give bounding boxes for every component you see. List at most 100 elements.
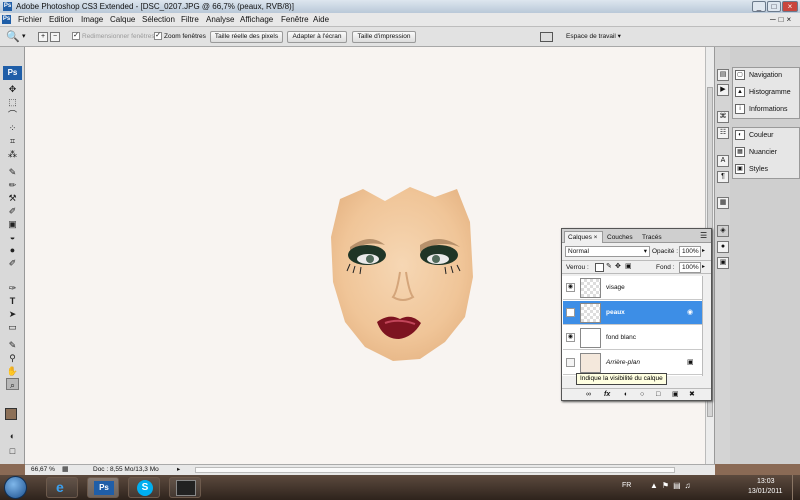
eyedropper-tool-icon[interactable]: ⚲ [6,352,19,364]
layer-mask-icon[interactable]: ◐ [624,389,628,400]
screen-mode-icon[interactable]: □ [6,445,19,457]
taskbar-photoshop-button[interactable]: Ps [87,477,119,498]
marquee-tool-icon[interactable]: ⬚ [6,96,19,108]
fill-input[interactable]: 100% [679,262,701,273]
language-indicator[interactable]: FR [622,482,631,489]
history-brush-tool-icon[interactable]: ✐ [6,205,19,217]
tab-traces[interactable]: Tracés [642,232,662,243]
notes-tool-icon[interactable]: ✎ [6,339,19,351]
menu-filtre[interactable]: Filtre [181,13,199,27]
menu-analyse[interactable]: Analyse [206,13,234,27]
taskbar-ie-button[interactable]: e [46,477,78,498]
eye-icon[interactable]: ◉ [566,308,575,317]
type-tool-icon[interactable]: T [6,295,19,307]
healing-brush-tool-icon[interactable]: ✎ [6,166,19,178]
layer-row-peaux[interactable]: ◉ peaux ◉ [563,301,702,325]
menu-image[interactable]: Image [81,13,103,27]
opacity-input[interactable]: 100% [679,246,701,257]
eye-icon-hidden[interactable] [566,358,575,367]
tool-preset-dropdown-icon[interactable]: ▾ [22,32,26,40]
dodge-tool-icon[interactable]: ✐ [6,257,19,269]
layer-row-visage[interactable]: ◉ visage [563,276,702,300]
horizontal-scrollbar[interactable] [195,467,675,473]
gradient-tool-icon[interactable]: ◒ [6,231,19,243]
close-button[interactable]: × [782,1,798,12]
zoom-in-icon[interactable]: + [38,32,48,42]
zoom-windows-checkbox[interactable]: ✓ [154,32,162,40]
opacity-arrow-icon[interactable]: ▸ [702,246,705,257]
print-size-button[interactable]: Taille d'impression [352,31,416,43]
menu-fichier[interactable]: Fichier [18,13,42,27]
link-layers-icon[interactable]: ∞ [586,389,591,400]
close-tab-icon[interactable]: × [594,234,598,241]
palette-well-icon[interactable] [540,32,553,42]
clock-date[interactable]: 13/01/2011 [748,488,783,495]
eye-icon[interactable]: ◉ [566,283,575,292]
fit-screen-button[interactable]: Adapter à l'écran [287,31,347,43]
dock-item-swatches[interactable]: ▦ Nuancier [735,146,799,160]
menu-edition[interactable]: Edition [49,13,73,27]
layers-icon[interactable]: ◈ [717,225,729,237]
eye-icon[interactable]: ◉ [566,333,575,342]
clone-stamp-tool-icon[interactable]: ⚒ [6,192,19,204]
lock-all-icon[interactable]: ▣ [625,262,632,270]
new-group-icon[interactable]: □ [656,389,660,400]
paragraph-icon[interactable]: ¶ [717,171,729,183]
panel-menu-icon[interactable]: ☰ [700,231,707,240]
menu-affichage[interactable]: Affichage [240,13,273,27]
magic-wand-tool-icon[interactable]: ⁘ [6,122,19,134]
layer-comps-icon[interactable]: ▦ [717,197,729,209]
adjustment-layer-icon[interactable]: ○ [640,389,644,400]
layer-row-fond-blanc[interactable]: ◉ fond blanc [563,326,702,350]
new-layer-icon[interactable]: ▣ [672,389,679,400]
document-window-controls[interactable]: ─□× [770,15,796,25]
fill-arrow-icon[interactable]: ▸ [702,261,705,274]
channels-icon[interactable]: ● [717,241,729,253]
show-desktop-button[interactable] [792,475,800,500]
lasso-tool-icon[interactable]: ⌒ [6,109,19,121]
status-menu-arrow-icon[interactable]: ▸ [177,465,180,475]
dock-item-histogram[interactable]: ▲ Histogramme [735,86,799,100]
actual-pixels-button[interactable]: Taille réelle des pixels [210,31,283,43]
tab-calques[interactable]: Calques × [564,231,603,243]
dock-item-navigation[interactable]: ▢ Navigation [735,69,799,83]
shape-tool-icon[interactable]: ▭ [6,321,19,333]
status-info-icon[interactable]: ▦ [62,465,69,475]
dock-item-color[interactable]: ◐ Couleur [735,129,799,143]
quick-mask-icon[interactable]: ◐ [6,430,19,442]
zoom-out-icon[interactable]: − [50,32,60,42]
blend-mode-select[interactable]: Normal ▾ [565,246,650,257]
clock-time[interactable]: 13:03 [757,478,775,485]
menu-selection[interactable]: Sélection [142,13,175,27]
move-tool-icon[interactable]: ✥ [6,83,19,95]
dock-item-styles[interactable]: ▣ Styles [735,163,799,177]
blur-tool-icon[interactable]: ● [6,244,19,256]
taskbar-app-button[interactable] [169,477,201,498]
menu-aide[interactable]: Aide [313,13,329,27]
resize-windows-checkbox[interactable]: ✓ [72,32,80,40]
workspace-menu[interactable]: Espace de travail ▾ [566,31,621,43]
menu-fenetre[interactable]: Fenêtre [281,13,309,27]
lock-position-icon[interactable]: ✥ [615,262,621,270]
tab-couches[interactable]: Couches [607,232,633,243]
dock-item-info[interactable]: i Informations [735,103,799,117]
lock-pixels-icon[interactable]: ✎ [606,262,612,270]
ps-menu-icon[interactable]: Ps [2,15,11,24]
start-button[interactable] [4,476,27,499]
zoom-tool-icon[interactable]: 🔍 [6,30,20,43]
paths-icon[interactable]: ▣ [717,257,729,269]
zoom-tool-icon-active[interactable]: ⌕ [6,378,19,390]
path-selection-tool-icon[interactable]: ➤ [6,308,19,320]
eraser-tool-icon[interactable]: ▣ [6,218,19,230]
menu-calque[interactable]: Calque [110,13,135,27]
tray-icons[interactable]: ▲⚑▤♫ [650,481,695,490]
crop-tool-icon[interactable]: ⌗ [6,135,19,147]
character-icon[interactable]: A [717,155,729,167]
navigator-icon[interactable]: ▤ [717,69,729,81]
actions-icon[interactable]: ▶ [717,84,729,96]
pen-tool-icon[interactable]: ✑ [6,282,19,294]
slice-tool-icon[interactable]: ⁂ [6,148,19,160]
brushes-icon[interactable]: ⌘ [717,111,729,123]
layer-row-arriere-plan[interactable]: Arrière-plan ▣ [563,351,702,375]
fx-icon[interactable]: fx [604,389,610,400]
